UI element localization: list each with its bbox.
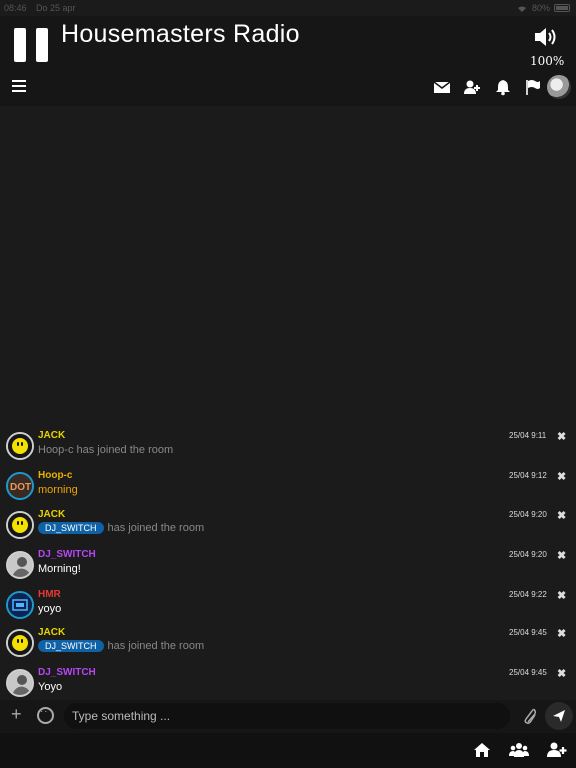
plus-icon[interactable]: +: [11, 704, 22, 725]
smiley-icon: [12, 635, 28, 651]
pause-icon: [14, 28, 26, 62]
battery-percent: 80%: [531, 3, 550, 13]
envelope-icon[interactable]: [433, 78, 451, 96]
user-tag[interactable]: DJ_SWITCH: [38, 522, 104, 534]
status-date: Do 25 apr: [36, 3, 76, 13]
paperclip-icon[interactable]: [522, 707, 536, 725]
message-username[interactable]: JACK: [38, 509, 65, 520]
battery-icon: [554, 4, 570, 12]
message-username[interactable]: DJ_SWITCH: [38, 549, 96, 560]
message-text: Hoop-c has joined the room: [38, 444, 174, 456]
chat-message: HMR yoyo 25/04 9:22 ✖: [0, 587, 576, 627]
radio-logo-icon: [8, 593, 32, 617]
wifi-icon: [517, 5, 526, 12]
message-time: 25/04 9:45: [509, 668, 547, 677]
delete-message-icon[interactable]: ✖: [557, 430, 566, 443]
delete-message-icon[interactable]: ✖: [557, 627, 566, 640]
message-text: DJ_SWITCH has joined the room: [38, 640, 204, 652]
volume-icon[interactable]: [533, 26, 559, 48]
delete-message-icon[interactable]: ✖: [557, 589, 566, 602]
status-bar: 08:46 Do 25 apr 80%: [0, 0, 576, 16]
avatar[interactable]: DOT: [6, 472, 34, 500]
avatar[interactable]: [6, 591, 34, 619]
chat-message: DJ_SWITCH Morning! 25/04 9:20 ✖: [0, 547, 576, 587]
bell-icon[interactable]: [494, 78, 512, 96]
message-username[interactable]: Hoop-c: [38, 470, 72, 481]
user-avatar[interactable]: [547, 75, 571, 99]
chat-message: JACK Hoop-c has joined the room 25/04 9:…: [0, 428, 576, 468]
message-text: morning: [38, 484, 78, 496]
avatar[interactable]: [6, 432, 34, 460]
send-icon: [553, 710, 565, 722]
add-user-icon[interactable]: [547, 741, 567, 759]
pause-button[interactable]: [14, 28, 48, 62]
status-right: 80%: [516, 3, 570, 13]
avatar[interactable]: [6, 669, 34, 697]
chat-message: JACK DJ_SWITCH has joined the room 25/04 …: [0, 625, 576, 665]
message-text: Morning!: [38, 563, 81, 575]
user-tag[interactable]: DJ_SWITCH: [38, 640, 104, 652]
svg-text:DOT: DOT: [10, 482, 31, 493]
delete-message-icon[interactable]: ✖: [557, 549, 566, 562]
message-text: DJ_SWITCH has joined the room: [38, 522, 204, 534]
menu-icon[interactable]: [12, 79, 26, 93]
avatar-photo-icon: [8, 671, 32, 695]
smiley-icon: [12, 438, 28, 454]
delete-message-icon[interactable]: ✖: [557, 470, 566, 483]
status-time: 08:46: [4, 3, 27, 13]
message-time: 25/04 9:22: [509, 590, 547, 599]
bottom-nav: [0, 733, 576, 768]
message-composer: +: [0, 700, 576, 733]
message-text: Yoyo: [38, 681, 63, 693]
message-text: yoyo: [38, 603, 62, 615]
users-icon[interactable]: [509, 741, 529, 759]
message-username[interactable]: HMR: [38, 589, 61, 600]
add-friend-icon[interactable]: [463, 78, 481, 96]
message-time: 25/04 9:20: [509, 550, 547, 559]
message-time: 25/04 9:12: [509, 471, 547, 480]
chat-message: DOT Hoop-c morning 25/04 9:12 ✖: [0, 468, 576, 508]
message-time: 25/04 9:45: [509, 628, 547, 637]
chat-message: DJ_SWITCH Yoyo 25/04 9:45 ✖: [0, 665, 576, 705]
message-time: 25/04 9:11: [509, 431, 547, 440]
top-toolbar: [0, 70, 576, 106]
message-username[interactable]: JACK: [38, 627, 65, 638]
message-username[interactable]: DJ_SWITCH: [38, 667, 96, 678]
delete-message-icon[interactable]: ✖: [557, 509, 566, 522]
home-icon[interactable]: [472, 741, 492, 759]
avatar-logo-icon: DOT: [8, 474, 32, 498]
message-input[interactable]: [64, 703, 510, 729]
avatar[interactable]: [6, 629, 34, 657]
flag-icon[interactable]: [524, 78, 542, 96]
avatar[interactable]: [6, 511, 34, 539]
message-username[interactable]: JACK: [38, 430, 65, 441]
volume-level: 100%: [530, 54, 565, 68]
message-time: 25/04 9:20: [509, 510, 547, 519]
player-header: Housemasters Radio 100%: [0, 16, 576, 70]
send-button[interactable]: [545, 702, 573, 730]
delete-message-icon[interactable]: ✖: [557, 667, 566, 680]
emoji-icon[interactable]: [37, 706, 54, 724]
chat-area: JACK Hoop-c has joined the room 25/04 9:…: [0, 106, 576, 700]
avatar-photo-icon: [8, 553, 32, 577]
chat-message: JACK DJ_SWITCH has joined the room 25/04 …: [0, 507, 576, 547]
station-title: Housemasters Radio: [61, 20, 300, 48]
avatar[interactable]: [6, 551, 34, 579]
smiley-icon: [12, 517, 28, 533]
